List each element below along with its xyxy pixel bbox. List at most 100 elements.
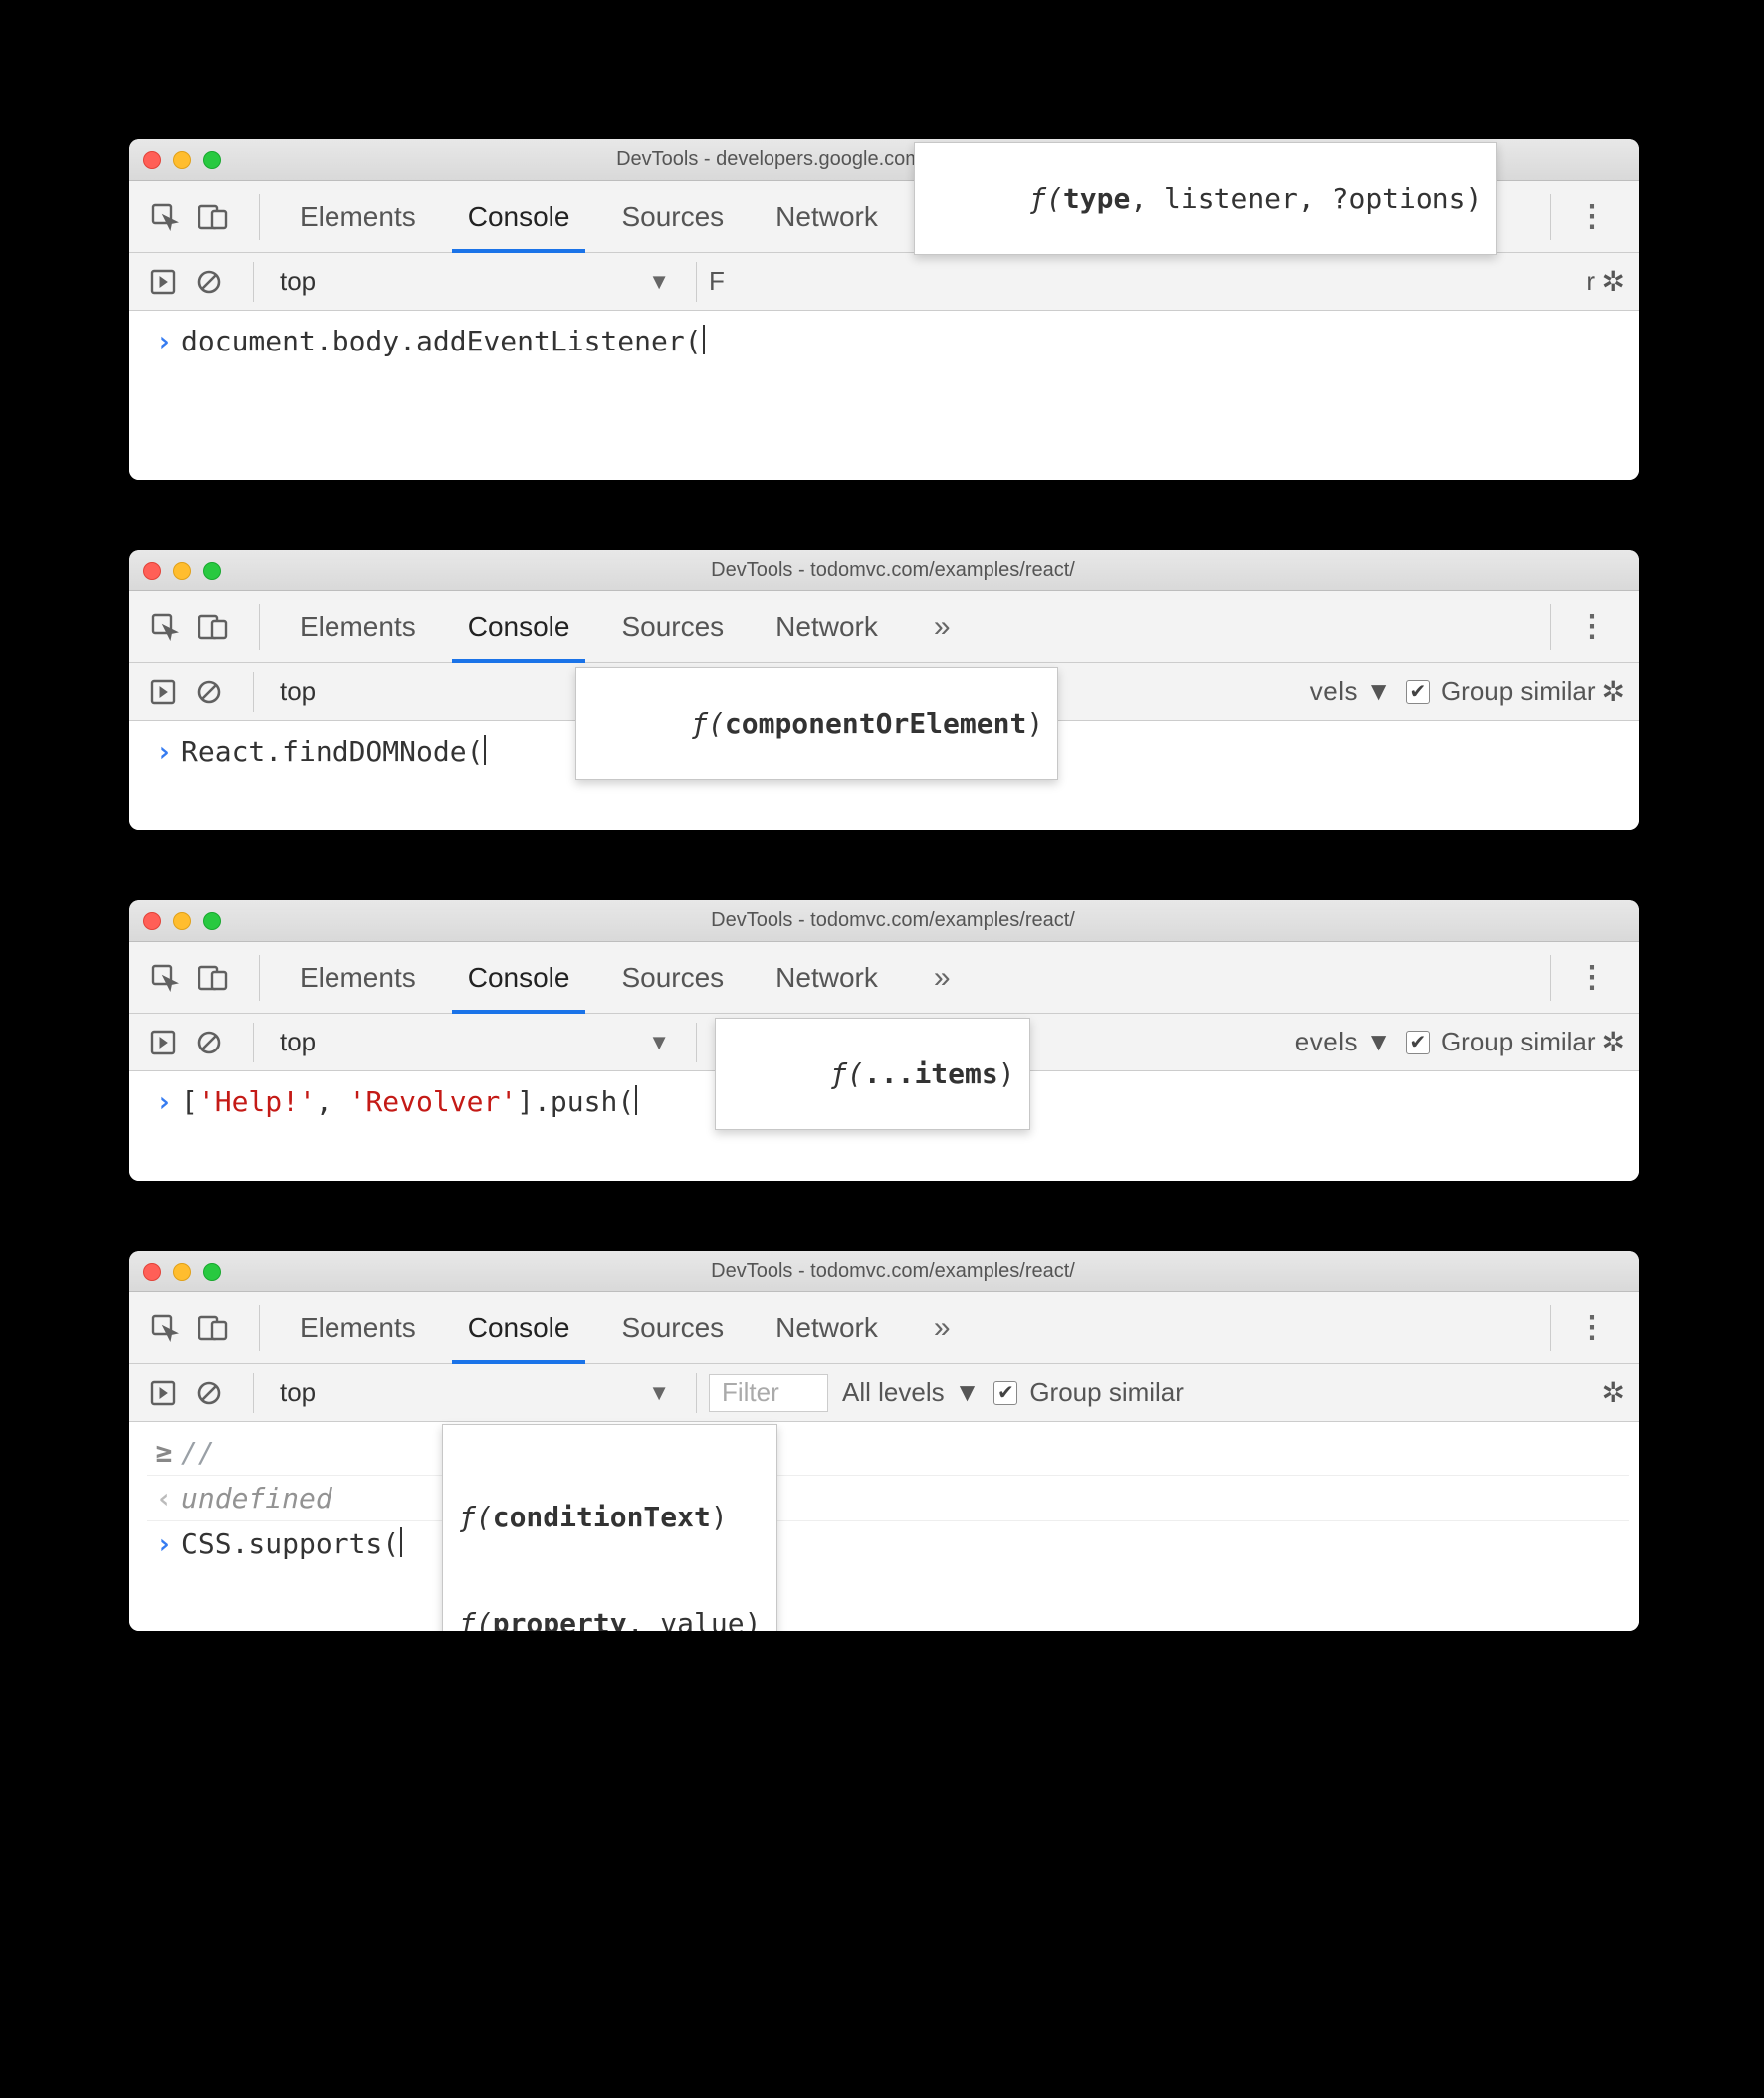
tab-sources[interactable]: Sources xyxy=(595,1292,750,1363)
tab-sources[interactable]: Sources xyxy=(595,942,750,1013)
console-input[interactable]: CSS.supports( xyxy=(181,1527,402,1560)
tab-elements[interactable]: Elements xyxy=(274,181,442,252)
separator xyxy=(253,1023,254,1062)
text-cursor xyxy=(400,1527,402,1557)
clear-console-icon[interactable] xyxy=(195,1029,223,1056)
group-similar-checkbox[interactable]: ✔ xyxy=(993,1381,1017,1405)
kebab-menu-icon[interactable]: ⋮ xyxy=(1565,609,1619,644)
tab-strip: Elements Console Sources Network » ⋮ xyxy=(129,1292,1639,1364)
console-prompt-line[interactable]: › CSS.supports( xyxy=(147,1521,1629,1566)
more-tabs-icon[interactable]: » xyxy=(904,961,981,995)
minimize-icon[interactable] xyxy=(173,151,191,169)
partial-text: vels ▼ xyxy=(1310,676,1392,707)
sig-bold: ...items xyxy=(864,1057,998,1090)
separator xyxy=(259,604,260,650)
close-icon[interactable] xyxy=(143,1263,161,1281)
inspect-icon[interactable] xyxy=(149,962,181,994)
prompt-chevron-icon: › xyxy=(147,1085,181,1118)
maximize-icon[interactable] xyxy=(203,151,221,169)
tab-network[interactable]: Network xyxy=(750,1292,904,1363)
group-similar-checkbox[interactable]: ✔ xyxy=(1406,1031,1430,1054)
close-icon[interactable] xyxy=(143,151,161,169)
partial-text-right: r xyxy=(1586,266,1595,297)
show-console-sidebar-icon[interactable] xyxy=(149,1029,177,1056)
console-result-line: ‹ undefined xyxy=(147,1476,1629,1521)
log-levels-selector[interactable]: All levels ▼ xyxy=(828,1377,993,1408)
tab-network[interactable]: Network xyxy=(750,181,904,252)
maximize-icon[interactable] xyxy=(203,912,221,930)
close-icon[interactable] xyxy=(143,562,161,580)
show-console-sidebar-icon[interactable] xyxy=(149,1379,177,1407)
minimize-icon[interactable] xyxy=(173,912,191,930)
maximize-icon[interactable] xyxy=(203,562,221,580)
console-input[interactable]: document.body.addEventListener( xyxy=(181,325,705,357)
maximize-icon[interactable] xyxy=(203,1263,221,1281)
inspect-icon[interactable] xyxy=(149,201,181,233)
show-console-sidebar-icon[interactable] xyxy=(149,268,177,296)
console-input[interactable]: React.findDOMNode( xyxy=(181,735,486,768)
close-icon[interactable] xyxy=(143,912,161,930)
clear-console-icon[interactable] xyxy=(195,1379,223,1407)
separator xyxy=(1550,194,1551,240)
console-body[interactable]: ≥ // ‹ undefined › CSS.supports( ƒ(condi… xyxy=(129,1422,1639,1631)
text-cursor xyxy=(703,325,705,354)
group-similar-checkbox[interactable]: ✔ xyxy=(1406,680,1430,704)
gear-icon[interactable]: ✲ xyxy=(1602,1376,1625,1409)
titlebar[interactable]: DevTools - todomvc.com/examples/react/ xyxy=(129,550,1639,591)
result-value: undefined xyxy=(181,1482,332,1515)
console-prompt-line[interactable]: › document.body.addEventListener( xyxy=(147,319,1629,363)
sig-rest: ) xyxy=(1026,707,1043,740)
device-toggle-icon[interactable] xyxy=(197,1312,229,1344)
more-tabs-icon[interactable]: » xyxy=(904,610,981,644)
tab-console[interactable]: Console xyxy=(442,181,596,252)
gear-icon[interactable]: ✲ xyxy=(1602,1026,1625,1058)
filter-input[interactable]: Filter xyxy=(709,1374,828,1412)
context-label: top xyxy=(280,266,316,297)
inspect-icon[interactable] xyxy=(149,611,181,643)
tab-console[interactable]: Console xyxy=(442,591,596,662)
sig-f: ƒ( xyxy=(1029,182,1063,215)
titlebar[interactable]: DevTools - todomvc.com/examples/react/ xyxy=(129,1251,1639,1292)
clear-console-icon[interactable] xyxy=(195,268,223,296)
inspect-icon[interactable] xyxy=(149,1312,181,1344)
tab-elements[interactable]: Elements xyxy=(274,591,442,662)
minimize-icon[interactable] xyxy=(173,562,191,580)
sig-rest: ) xyxy=(998,1057,1015,1090)
group-similar-label: Group similar xyxy=(1441,1027,1596,1057)
text-cursor xyxy=(484,735,486,765)
tab-network[interactable]: Network xyxy=(750,942,904,1013)
execution-context-selector[interactable]: top ▼ xyxy=(266,1023,684,1061)
kebab-menu-icon[interactable]: ⋮ xyxy=(1565,199,1619,234)
tab-sources[interactable]: Sources xyxy=(595,591,750,662)
kebab-menu-icon[interactable]: ⋮ xyxy=(1565,1310,1619,1345)
tab-console[interactable]: Console xyxy=(442,942,596,1013)
execution-context-selector[interactable]: top xyxy=(266,672,515,711)
tab-elements[interactable]: Elements xyxy=(274,942,442,1013)
kebab-menu-icon[interactable]: ⋮ xyxy=(1565,960,1619,995)
minimize-icon[interactable] xyxy=(173,1263,191,1281)
context-label: top xyxy=(280,676,316,707)
tab-console[interactable]: Console xyxy=(442,1292,596,1363)
window-title: DevTools - todomvc.com/examples/react/ xyxy=(221,909,1625,932)
execution-context-selector[interactable]: top ▼ xyxy=(266,262,684,301)
console-body[interactable]: › document.body.addEventListener( xyxy=(129,311,1639,480)
device-toggle-icon[interactable] xyxy=(197,962,229,994)
gear-icon[interactable]: ✲ xyxy=(1602,265,1625,298)
device-toggle-icon[interactable] xyxy=(197,201,229,233)
partial-text: evels ▼ xyxy=(1295,1027,1392,1057)
device-toggle-icon[interactable] xyxy=(197,611,229,643)
tab-elements[interactable]: Elements xyxy=(274,1292,442,1363)
gear-icon[interactable]: ✲ xyxy=(1602,675,1625,708)
clear-console-icon[interactable] xyxy=(195,678,223,706)
execution-context-selector[interactable]: top ▼ xyxy=(266,1373,684,1412)
titlebar[interactable]: DevTools - todomvc.com/examples/react/ xyxy=(129,900,1639,942)
result-chevron-icon: ‹ xyxy=(147,1482,181,1515)
tab-sources[interactable]: Sources xyxy=(595,181,750,252)
sig-bold: componentOrElement xyxy=(725,707,1026,740)
show-console-sidebar-icon[interactable] xyxy=(149,678,177,706)
console-input[interactable]: ['Help!', 'Revolver'].push( xyxy=(181,1085,637,1118)
more-tabs-icon[interactable]: » xyxy=(904,1311,981,1345)
tab-network[interactable]: Network xyxy=(750,591,904,662)
console-history-line: ≥ // xyxy=(147,1430,1629,1476)
sig-bold: property xyxy=(493,1607,627,1631)
